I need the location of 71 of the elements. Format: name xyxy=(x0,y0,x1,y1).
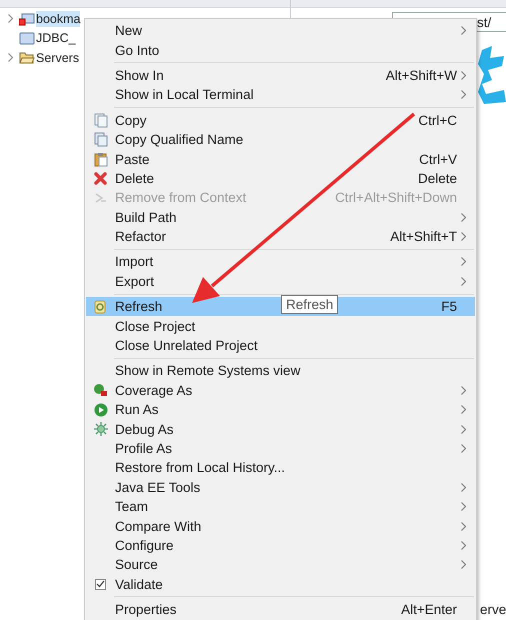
checkbox[interactable] xyxy=(95,578,106,590)
menu-item[interactable]: Refactor Alt+Shift+T xyxy=(86,226,475,246)
menu-item[interactable]: New xyxy=(86,21,475,40)
chevron-icon xyxy=(461,26,466,36)
menu-item[interactable]: Java EE Tools xyxy=(86,478,475,497)
bug-icon xyxy=(94,422,108,436)
chevron-icon xyxy=(461,386,466,395)
remove-icon xyxy=(94,192,107,204)
menu-item[interactable]: Configure xyxy=(86,536,475,556)
panel-label: erve xyxy=(480,602,506,617)
menu-item[interactable]: Show in Local Terminal xyxy=(86,85,475,105)
tree-item[interactable]: bookma xyxy=(36,10,80,27)
shortcut-label: Ctrl+C xyxy=(418,112,458,128)
chevron-icon xyxy=(461,257,466,266)
project-icon xyxy=(19,11,35,26)
folder-icon xyxy=(19,31,35,46)
chevron-icon xyxy=(461,212,466,222)
chevron-icon xyxy=(461,90,466,100)
coverage-icon xyxy=(93,383,108,398)
menu-item[interactable]: Refresh Refresh F5 xyxy=(86,297,475,316)
menu-item[interactable]: Compare With xyxy=(86,516,475,536)
chevron-icon xyxy=(461,560,466,570)
chevron-icon xyxy=(461,424,466,434)
menu-item[interactable]: Copy Qualified Name xyxy=(86,130,475,150)
menu-item[interactable]: Validate xyxy=(86,574,475,594)
menu-item[interactable]: Delete Delete xyxy=(86,168,475,188)
shortcut-label: Alt+Shift+W xyxy=(386,68,458,83)
chevron-icon xyxy=(461,232,466,242)
chevron-icon xyxy=(461,405,466,414)
shortcut-label: Ctrl+Alt+Shift+Down xyxy=(335,190,458,206)
menu-item[interactable]: Coverage As xyxy=(86,380,475,400)
chevron-icon xyxy=(461,444,466,453)
menu-item[interactable]: Copy Ctrl+C xyxy=(86,110,475,130)
logo-shape-icon xyxy=(478,44,506,106)
menu-item[interactable]: Import xyxy=(86,252,475,272)
menu-item[interactable]: Export xyxy=(86,272,475,292)
shortcut-label: Alt+Enter xyxy=(401,602,458,618)
menu-item[interactable]: Show In Alt+Shift+W xyxy=(86,66,475,86)
chevron-icon xyxy=(461,276,466,286)
menu-item[interactable]: Close Unrelated Project xyxy=(86,336,475,356)
chevron-icon xyxy=(461,70,466,80)
menu-item[interactable]: Show in Remote Systems view xyxy=(86,361,475,381)
menu-item[interactable]: Debug As xyxy=(86,419,475,439)
run-icon xyxy=(94,402,108,417)
clipboard-icon xyxy=(94,152,108,167)
menu-item[interactable]: Source xyxy=(86,555,475,575)
menu-item[interactable]: Profile As xyxy=(86,438,475,458)
menu-item[interactable]: Close Project xyxy=(86,316,475,336)
menu-item[interactable]: Run As xyxy=(86,400,475,420)
chevron-icon xyxy=(461,482,466,492)
chevron-icon xyxy=(461,502,466,512)
shortcut-label: Delete xyxy=(418,170,458,186)
menu-item[interactable]: Build Path xyxy=(86,208,475,227)
menu-item[interactable]: Team xyxy=(86,496,475,516)
menu-item[interactable]: Go Into xyxy=(86,40,475,60)
copy-icon xyxy=(94,132,108,148)
menu-item[interactable]: Restore from Local History... xyxy=(86,458,475,478)
tree-item[interactable]: Servers xyxy=(36,50,80,66)
refresh-icon xyxy=(94,300,107,314)
shortcut-label: Ctrl+V xyxy=(419,152,458,167)
expand-icon[interactable] xyxy=(8,53,12,62)
folder-icon xyxy=(19,50,35,65)
copy-icon xyxy=(94,112,108,128)
tooltip: Refresh xyxy=(281,295,338,314)
tree-item[interactable]: JDBC_ xyxy=(36,30,76,46)
shortcut-label: F5 xyxy=(441,299,458,314)
delete-icon xyxy=(94,172,107,185)
expand-icon[interactable] xyxy=(8,14,12,24)
shortcut-label: Alt+Shift+T xyxy=(390,229,458,244)
menu-item[interactable]: Properties Alt+Enter xyxy=(86,600,475,620)
menu-item[interactable]: Paste Ctrl+V xyxy=(86,149,475,169)
